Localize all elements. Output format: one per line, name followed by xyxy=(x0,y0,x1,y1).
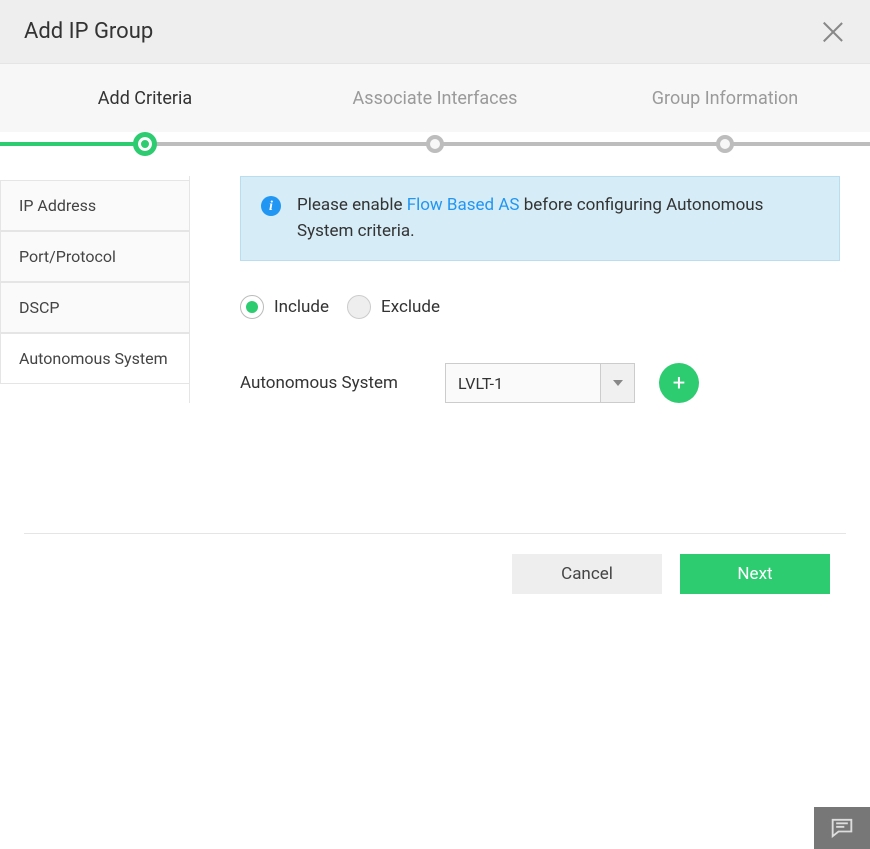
plus-icon: + xyxy=(673,371,685,396)
chevron-down-icon xyxy=(600,364,634,402)
wizard-steps: Add Criteria Associate Interfaces Group … xyxy=(0,64,870,132)
as-select[interactable]: LVLT-1 xyxy=(445,363,635,403)
footer-divider xyxy=(24,533,846,534)
step-group-information[interactable]: Group Information xyxy=(580,88,870,109)
next-button[interactable]: Next xyxy=(680,554,830,594)
step-associate-interfaces[interactable]: Associate Interfaces xyxy=(290,88,580,109)
alert-prefix: Please enable xyxy=(297,195,407,215)
dialog-body: IP Address Port/Protocol DSCP Autonomous… xyxy=(0,156,870,403)
flow-based-as-link[interactable]: Flow Based AS xyxy=(407,195,520,215)
as-select-value: LVLT-1 xyxy=(458,374,503,393)
sidebar-item-dscp[interactable]: DSCP xyxy=(0,282,189,333)
add-as-button[interactable]: + xyxy=(659,363,699,403)
track-line-done xyxy=(0,142,145,146)
step-add-criteria[interactable]: Add Criteria xyxy=(0,88,290,109)
sidebar-item-autonomous-system[interactable]: Autonomous System xyxy=(0,333,189,384)
include-radio[interactable]: Include xyxy=(240,295,329,319)
as-form-row: Autonomous System LVLT-1 + xyxy=(240,363,840,403)
close-icon[interactable] xyxy=(820,19,846,45)
step-node-1 xyxy=(133,132,157,156)
alert-text: Please enable Flow Based AS before confi… xyxy=(297,193,819,244)
dialog-title: Add IP Group xyxy=(24,19,153,44)
wizard-track xyxy=(0,132,870,156)
dialog-footer: Cancel Next xyxy=(0,554,870,594)
sidebar-item-ip-address[interactable]: IP Address xyxy=(0,180,189,231)
as-field-label: Autonomous System xyxy=(240,373,415,393)
radio-icon xyxy=(240,295,264,319)
criteria-main: i Please enable Flow Based AS before con… xyxy=(190,176,870,403)
chat-widget-button[interactable] xyxy=(814,807,870,849)
info-alert: i Please enable Flow Based AS before con… xyxy=(240,176,840,261)
step-node-3 xyxy=(716,135,734,153)
criteria-sidebar: IP Address Port/Protocol DSCP Autonomous… xyxy=(0,176,190,403)
step-node-2 xyxy=(426,135,444,153)
cancel-button[interactable]: Cancel xyxy=(512,554,662,594)
exclude-radio[interactable]: Exclude xyxy=(347,295,440,319)
info-icon: i xyxy=(261,196,281,216)
sidebar-item-port-protocol[interactable]: Port/Protocol xyxy=(0,231,189,282)
radio-icon xyxy=(347,295,371,319)
exclude-label: Exclude xyxy=(381,297,440,317)
include-exclude-group: Include Exclude xyxy=(240,295,840,319)
chat-icon xyxy=(828,814,856,842)
include-label: Include xyxy=(274,297,329,317)
dialog-header: Add IP Group xyxy=(0,0,870,64)
